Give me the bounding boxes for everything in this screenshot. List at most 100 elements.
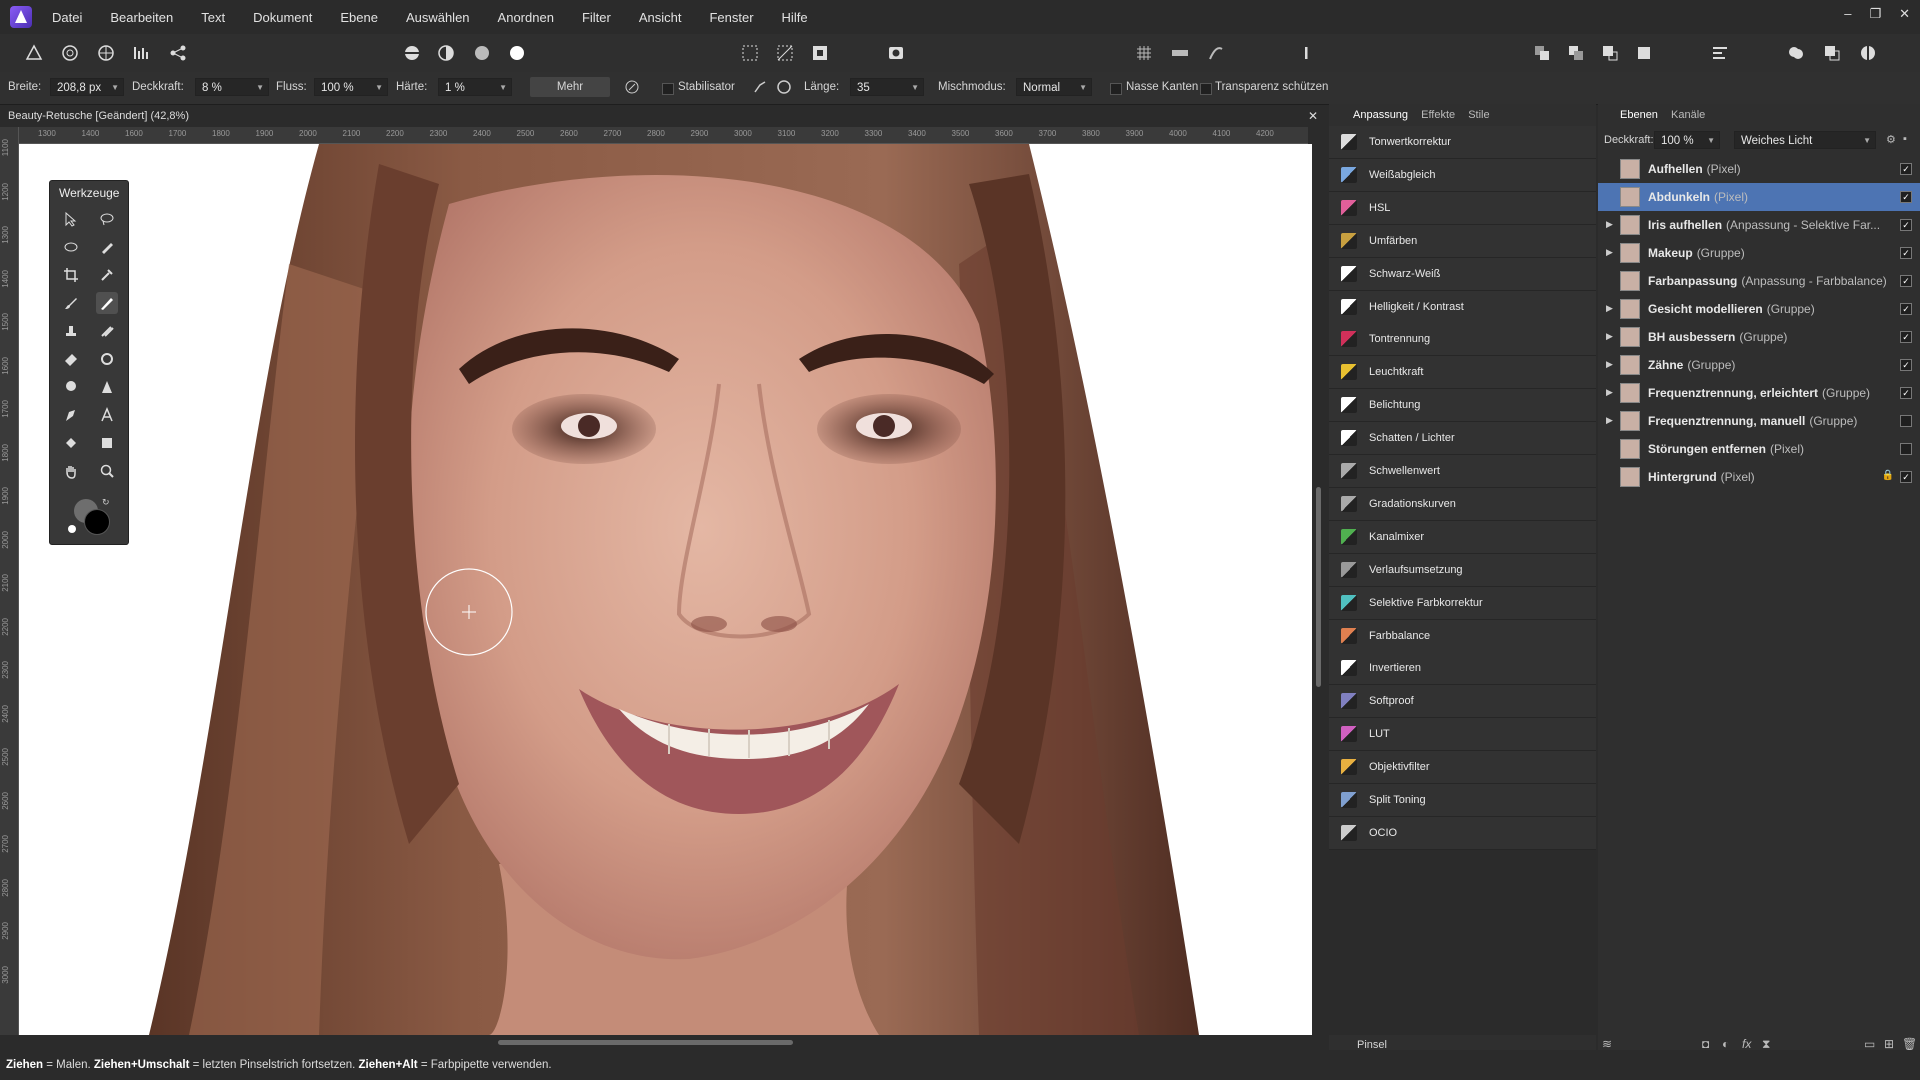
chevron-down-icon[interactable]: ▼ — [1863, 132, 1871, 150]
layer-visibility-checkbox[interactable]: ✓ — [1900, 275, 1912, 287]
affinity-photo-logo-icon[interactable] — [10, 6, 32, 28]
tab-adjustment[interactable]: Anpassung — [1353, 109, 1408, 121]
gear-icon[interactable]: ⚙ — [1886, 133, 1896, 146]
arrange-back-icon[interactable] — [1530, 41, 1554, 65]
chevron-down-icon[interactable]: ▼ — [1707, 132, 1715, 150]
expand-arrow-icon[interactable]: ▶ — [1606, 415, 1613, 426]
arrange-front-icon[interactable] — [1632, 41, 1656, 65]
boolean-subtract-icon[interactable] — [1820, 41, 1844, 65]
layer-visibility-checkbox[interactable]: ✓ — [1900, 219, 1912, 231]
adjustment-layer-icon[interactable]: ◐ — [1722, 1037, 1729, 1051]
close-document-button[interactable]: ✕ — [1308, 105, 1318, 127]
adjustment-item[interactable]: Schatten / Lichter — [1329, 422, 1596, 456]
lasso-tool-icon[interactable] — [96, 208, 118, 230]
scrollbar-thumb[interactable] — [498, 1040, 793, 1045]
adjustment-item[interactable]: Tonwertkorrektur — [1329, 126, 1596, 159]
mask-layer-icon[interactable]: ◘ — [1702, 1037, 1709, 1051]
layer-row[interactable]: Farbanpassung (Anpassung - Farbbalance) ✓ — [1598, 267, 1920, 295]
auto-white-balance-icon[interactable] — [505, 41, 529, 65]
layer-blend-mode-select[interactable]: Weiches Licht ▼ — [1734, 131, 1876, 149]
hand-tool-icon[interactable] — [60, 460, 82, 482]
zoom-tool-icon[interactable] — [96, 460, 118, 482]
adjustment-item[interactable]: Helligkeit / Kontrast — [1329, 290, 1596, 324]
menu-auswählen[interactable]: Auswählen — [406, 10, 470, 25]
horizontal-scrollbar[interactable] — [0, 1035, 1326, 1049]
grid-icon[interactable] — [1132, 41, 1156, 65]
wet-edges-checkbox[interactable] — [1110, 83, 1122, 95]
adjustment-item[interactable]: OCIO — [1329, 816, 1596, 850]
adjustment-item[interactable]: Tontrennung — [1329, 323, 1596, 357]
stabilizer-checkbox[interactable] — [662, 83, 674, 95]
color-picker-icon[interactable] — [96, 264, 118, 286]
invert-selection-icon[interactable] — [808, 41, 832, 65]
adjustment-item[interactable]: Gradationskurven — [1329, 487, 1596, 521]
context-help-icon[interactable] — [1294, 41, 1318, 65]
layer-visibility-checkbox[interactable]: ✓ — [1900, 471, 1912, 483]
adjustment-item[interactable]: Farbbalance — [1329, 619, 1596, 653]
secondary-color-swatch[interactable] — [84, 509, 110, 535]
chevron-down-icon[interactable]: ▼ — [111, 79, 119, 97]
layer-row[interactable]: Aufhellen (Pixel) ✓ — [1598, 155, 1920, 183]
expand-arrow-icon[interactable]: ▶ — [1606, 219, 1613, 230]
width-field[interactable]: 208,8 px ▼ — [50, 78, 124, 96]
lock-icon[interactable]: ▪ — [1903, 133, 1907, 145]
adjustment-item[interactable]: Split Toning — [1329, 784, 1596, 817]
expand-arrow-icon[interactable]: ▶ — [1606, 359, 1613, 370]
add-layer-icon[interactable]: ⊞ — [1884, 1037, 1894, 1051]
adjustment-item[interactable]: Umfärben — [1329, 224, 1596, 258]
boolean-intersect-icon[interactable] — [1856, 41, 1880, 65]
menu-ebene[interactable]: Ebene — [340, 10, 378, 25]
vertical-scrollbar[interactable] — [1312, 127, 1326, 1035]
layer-row[interactable]: ▶ BH ausbessern (Gruppe) ✓ — [1598, 323, 1920, 351]
lock-icon[interactable]: 🔒 — [1882, 470, 1894, 481]
photo-persona-icon[interactable] — [22, 41, 46, 65]
dodge-tool-icon[interactable] — [96, 348, 118, 370]
expand-arrow-icon[interactable]: ▶ — [1606, 303, 1613, 314]
rectangle-tool-icon[interactable] — [96, 432, 118, 454]
chevron-down-icon[interactable]: ▼ — [499, 79, 507, 97]
tab-effects[interactable]: Effekte — [1421, 109, 1455, 121]
menu-filter[interactable]: Filter — [582, 10, 611, 25]
hardness-field[interactable]: 1 % ▼ — [438, 78, 512, 96]
smudge-tool-icon[interactable] — [96, 320, 118, 342]
adjustment-item[interactable]: Belichtung — [1329, 389, 1596, 423]
tab-channels[interactable]: Kanäle — [1671, 109, 1705, 121]
freehand-selection-icon[interactable] — [60, 236, 82, 258]
layer-row[interactable]: Hintergrund (Pixel) 🔒 ✓ — [1598, 463, 1920, 491]
menu-text[interactable]: Text — [201, 10, 225, 25]
layer-row[interactable]: ▶ Zähne (Gruppe) ✓ — [1598, 351, 1920, 379]
quick-mask-icon[interactable] — [884, 41, 908, 65]
paint-brush-tool-icon[interactable] — [60, 292, 82, 314]
expand-arrow-icon[interactable]: ▶ — [1606, 247, 1613, 258]
layer-row[interactable]: ▶ Frequenztrennung, erleichtert (Gruppe) ✓ — [1598, 379, 1920, 407]
arrange-forward-icon[interactable] — [1598, 41, 1622, 65]
layer-visibility-checkbox[interactable]: ✓ — [1900, 303, 1912, 315]
menu-anordnen[interactable]: Anordnen — [498, 10, 554, 25]
layer-visibility-checkbox[interactable]: ✓ — [1900, 191, 1912, 203]
menu-datei[interactable]: Datei — [52, 10, 82, 25]
layer-opacity-field[interactable]: 100 % ▼ — [1654, 131, 1720, 149]
menu-fenster[interactable]: Fenster — [709, 10, 753, 25]
adjustment-item[interactable]: Schwellenwert — [1329, 455, 1596, 488]
adjustment-item[interactable]: Kanalmixer — [1329, 520, 1596, 554]
layer-visibility-checkbox[interactable]: ✓ — [1900, 331, 1912, 343]
window-mode-icon[interactable] — [772, 75, 796, 99]
protect-alpha-checkbox[interactable] — [1200, 83, 1212, 95]
group-icon[interactable]: ▭ — [1864, 1037, 1875, 1051]
snapping-icon[interactable] — [1168, 41, 1192, 65]
liquify-persona-icon[interactable] — [58, 41, 82, 65]
crop-tool-icon[interactable] — [60, 264, 82, 286]
layer-visibility-checkbox[interactable]: ✓ — [1900, 387, 1912, 399]
minimize-button[interactable]: – — [1844, 6, 1851, 22]
layer-visibility-checkbox[interactable]: ✓ — [1900, 163, 1912, 175]
adjustment-item[interactable]: Leuchtkraft — [1329, 356, 1596, 390]
selection-brush-icon[interactable] — [96, 236, 118, 258]
layer-row[interactable]: ▶ Gesicht modellieren (Gruppe) ✓ — [1598, 295, 1920, 323]
auto-contrast-icon[interactable] — [434, 41, 458, 65]
text-tool-icon[interactable] — [96, 404, 118, 426]
export-persona-icon[interactable] — [166, 41, 190, 65]
layer-row[interactable]: Abdunkeln (Pixel) ✓ — [1598, 183, 1920, 211]
adjustment-item[interactable]: Weißabgleich — [1329, 158, 1596, 192]
chevron-down-icon[interactable]: ▼ — [1079, 79, 1087, 97]
document-canvas[interactable] — [19, 144, 1312, 1035]
